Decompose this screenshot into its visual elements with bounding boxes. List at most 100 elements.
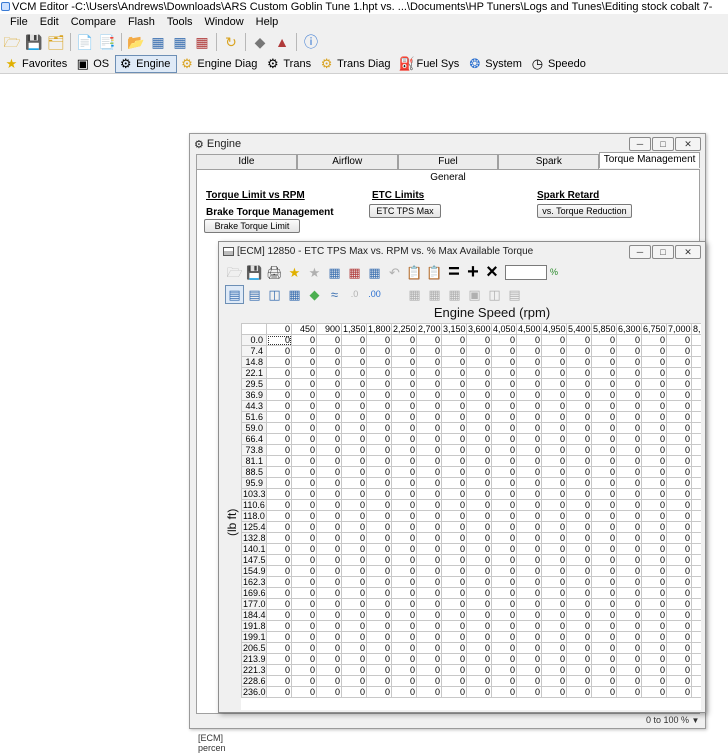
column-header[interactable]: 2,700 xyxy=(416,323,442,335)
table-cell[interactable]: 0 xyxy=(441,378,467,390)
table-cell[interactable]: 0 xyxy=(566,565,592,577)
table-cell[interactable]: 0 xyxy=(366,609,392,621)
column-header[interactable]: 900 xyxy=(316,323,342,335)
column-header[interactable]: 6,300 xyxy=(616,323,642,335)
table-cell[interactable]: 0 xyxy=(516,510,542,522)
table-cell[interactable]: 0 xyxy=(616,587,642,599)
table-cell[interactable]: 0 xyxy=(691,664,701,676)
table-cell[interactable]: 0 xyxy=(666,664,692,676)
table-cell[interactable]: 0 xyxy=(566,433,592,445)
table-cell[interactable]: 0 xyxy=(291,488,317,500)
table-cell[interactable]: 0 xyxy=(541,664,567,676)
table-cell[interactable]: 0 xyxy=(316,565,342,577)
table-cell[interactable]: 0 xyxy=(441,444,467,456)
table-cell[interactable]: 0 xyxy=(291,631,317,643)
table-cell[interactable]: 0 xyxy=(591,554,617,566)
table-cell[interactable]: 0 xyxy=(616,345,642,357)
table-cell[interactable]: 0 xyxy=(416,455,442,467)
row-header[interactable]: 199.1 xyxy=(241,631,267,643)
table-cell[interactable]: 0 xyxy=(341,664,367,676)
table-cell[interactable]: 0 xyxy=(441,455,467,467)
column-header[interactable]: 6,750 xyxy=(641,323,667,335)
table-cell[interactable]: 0 xyxy=(591,576,617,588)
plus-icon[interactable]: + xyxy=(464,262,482,282)
table-cell[interactable]: 0 xyxy=(616,455,642,467)
table-cell[interactable]: 0 xyxy=(466,345,492,357)
table-cell[interactable]: 0 xyxy=(491,510,517,522)
table-cell[interactable]: 0 xyxy=(541,477,567,489)
table-cell[interactable]: 0 xyxy=(591,455,617,467)
table-cell[interactable]: 0 xyxy=(416,510,442,522)
table-cell[interactable]: 0 xyxy=(641,334,667,346)
table-cell[interactable]: 0 xyxy=(666,477,692,489)
table-cell[interactable]: 0 xyxy=(266,532,292,544)
row-header[interactable]: 206.5 xyxy=(241,642,267,654)
table-cell[interactable]: 0 xyxy=(591,378,617,390)
menu-help[interactable]: Help xyxy=(250,14,285,30)
table-cell[interactable]: 0 xyxy=(616,411,642,423)
table-cell[interactable]: 0 xyxy=(516,466,542,478)
table-cell[interactable]: 0 xyxy=(316,334,342,346)
table-cell[interactable]: 0 xyxy=(266,433,292,445)
table-cell[interactable]: 0 xyxy=(466,620,492,632)
table-cell[interactable]: 0 xyxy=(416,466,442,478)
table-cell[interactable]: 0 xyxy=(541,653,567,665)
table-cell[interactable]: 0 xyxy=(566,653,592,665)
table-cell[interactable]: 0 xyxy=(366,455,392,467)
table-cell[interactable]: 0 xyxy=(691,433,701,445)
table-cell[interactable]: 0 xyxy=(316,455,342,467)
table-cell[interactable]: 0 xyxy=(691,642,701,654)
line-graph-icon[interactable]: ≈ xyxy=(325,285,344,304)
table-cell[interactable]: 0 xyxy=(516,532,542,544)
table-cell[interactable]: 0 xyxy=(641,521,667,533)
table-cell[interactable]: 0 xyxy=(491,444,517,456)
table-compare-icon[interactable]: ▦ xyxy=(170,32,190,52)
table-cell[interactable]: 0 xyxy=(291,554,317,566)
table-cell[interactable]: 0 xyxy=(266,367,292,379)
save-icon[interactable]: 💾 xyxy=(24,32,44,52)
table-cell[interactable]: 0 xyxy=(641,587,667,599)
table-cell[interactable]: 0 xyxy=(666,444,692,456)
table-cell[interactable]: 0 xyxy=(291,334,317,346)
table-cell[interactable]: 0 xyxy=(291,675,317,687)
column-header[interactable]: 1,800 xyxy=(366,323,392,335)
menu-flash[interactable]: Flash xyxy=(122,14,161,30)
table-cell[interactable]: 0 xyxy=(491,367,517,379)
table-cell[interactable]: 0 xyxy=(341,455,367,467)
table-cell[interactable]: 0 xyxy=(666,554,692,566)
row-header[interactable]: 29.5 xyxy=(241,378,267,390)
table-cell[interactable]: 0 xyxy=(266,510,292,522)
table-cell[interactable]: 0 xyxy=(541,400,567,412)
table-cell[interactable]: 0 xyxy=(341,675,367,687)
table-cell[interactable]: 0 xyxy=(591,598,617,610)
table-cell[interactable]: 0 xyxy=(341,587,367,599)
table-cell[interactable]: 0 xyxy=(641,642,667,654)
table-cell[interactable]: 0 xyxy=(416,400,442,412)
table-cell[interactable]: 0 xyxy=(291,565,317,577)
table-cell[interactable]: 0 xyxy=(441,620,467,632)
table-cell[interactable]: 0 xyxy=(291,422,317,434)
tab-airflow[interactable]: Airflow xyxy=(296,154,398,169)
table-cell[interactable]: 0 xyxy=(691,444,701,456)
close-button[interactable]: ✕ xyxy=(675,245,701,259)
table-cell[interactable]: 0 xyxy=(591,444,617,456)
table-cell[interactable]: 0 xyxy=(316,367,342,379)
table-cell[interactable]: 0 xyxy=(441,664,467,676)
copy-icon[interactable]: 📋 xyxy=(405,263,424,282)
table-cell[interactable]: 0 xyxy=(691,510,701,522)
table-cell[interactable]: 0 xyxy=(641,554,667,566)
table-cell[interactable]: 0 xyxy=(291,521,317,533)
table-cell[interactable]: 0 xyxy=(466,433,492,445)
table-cell[interactable]: 0 xyxy=(641,466,667,478)
table-cell[interactable]: 0 xyxy=(341,367,367,379)
table-cell[interactable]: 0 xyxy=(616,631,642,643)
table-cell[interactable]: 0 xyxy=(516,576,542,588)
table-cell[interactable]: 0 xyxy=(491,587,517,599)
table-cell[interactable]: 0 xyxy=(316,389,342,401)
table-cell[interactable]: 0 xyxy=(316,411,342,423)
table-cell[interactable]: 0 xyxy=(591,411,617,423)
table-cell[interactable]: 0 xyxy=(466,356,492,368)
table-cell[interactable]: 0 xyxy=(366,631,392,643)
column-header[interactable]: 4,050 xyxy=(491,323,517,335)
table-cell[interactable]: 0 xyxy=(316,477,342,489)
